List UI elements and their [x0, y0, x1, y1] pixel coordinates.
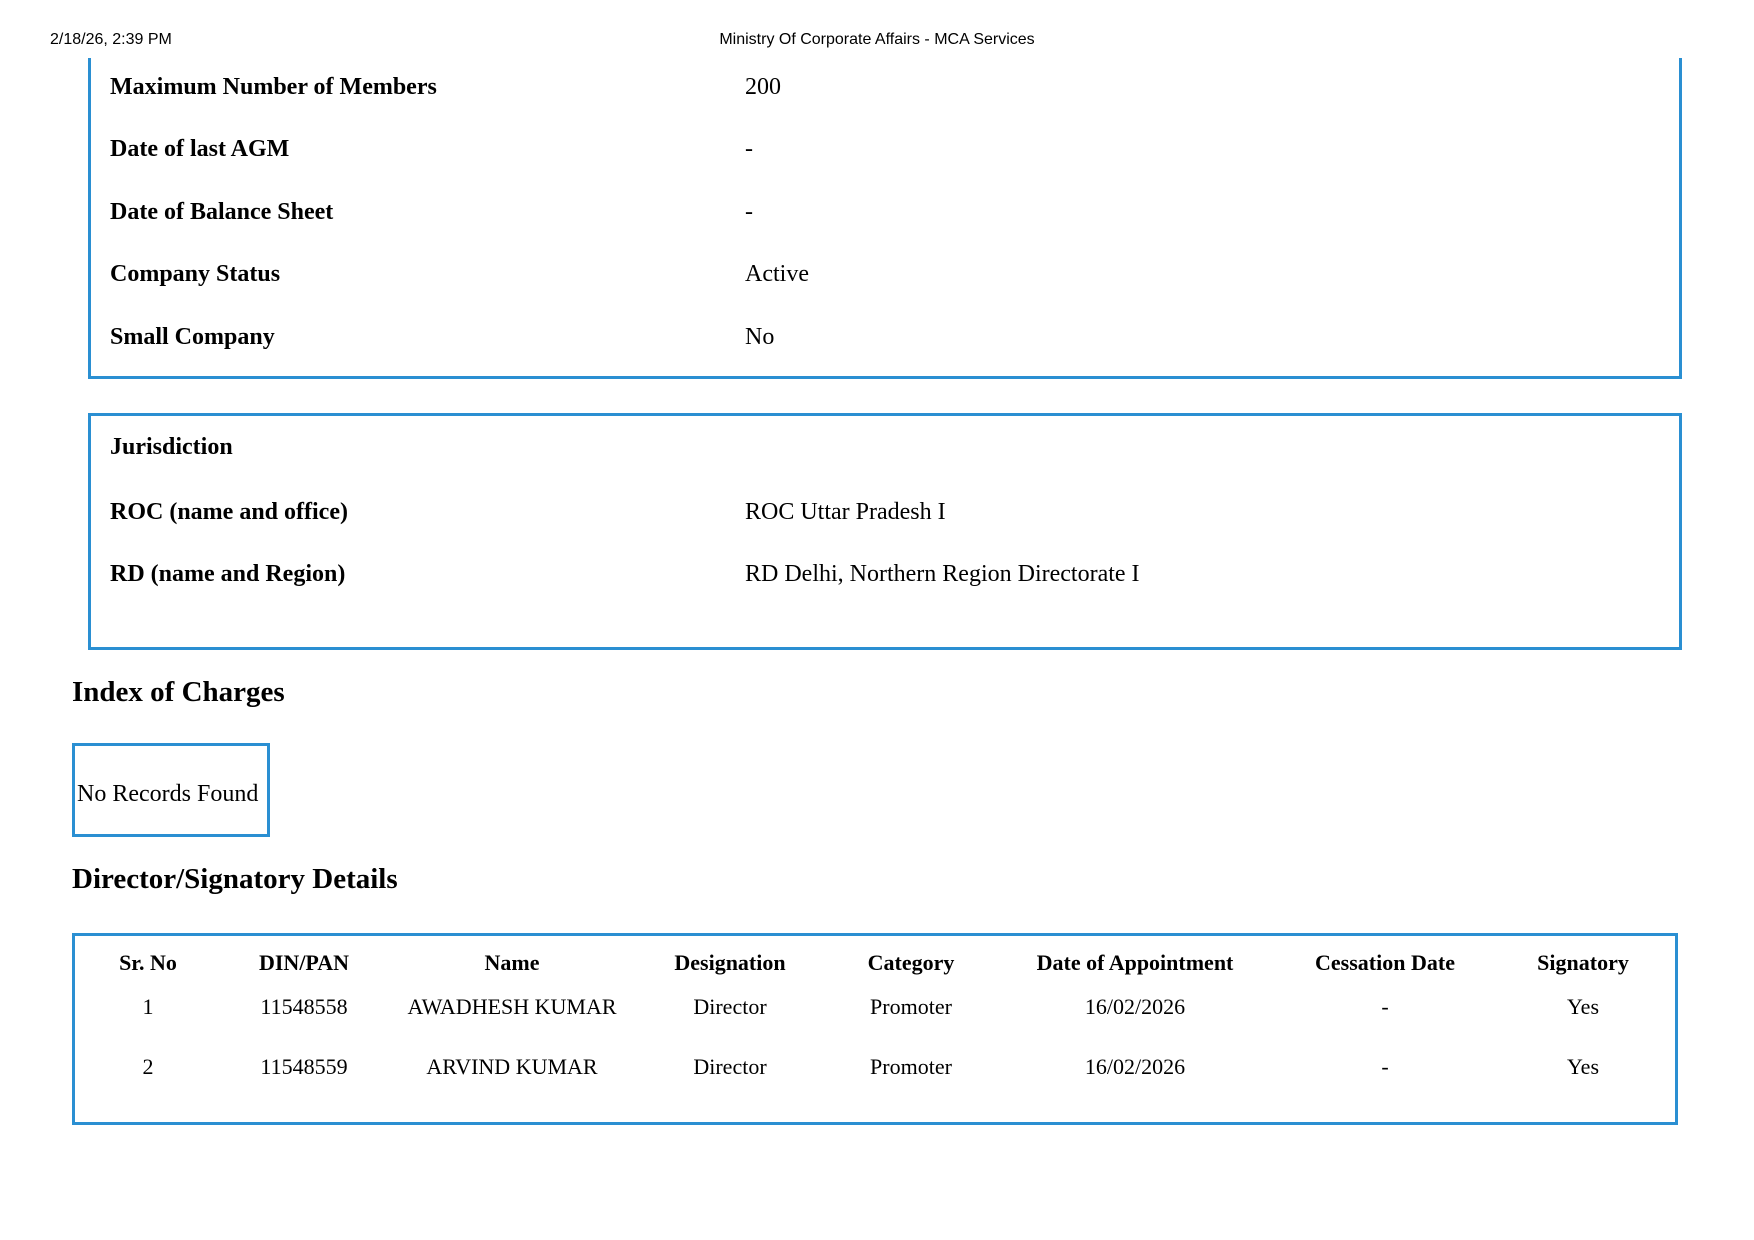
cell-cessation-date: -: [1381, 994, 1389, 1019]
small-company-label: Small Company: [110, 324, 275, 350]
cell-din-pan: 11548558: [260, 994, 348, 1019]
col-name: Name: [484, 950, 540, 975]
cell-sr-no: 1: [142, 994, 154, 1019]
max-members-label: Maximum Number of Members: [110, 74, 437, 100]
company-info-box: Maximum Number of Members 200 Date of la…: [88, 58, 1682, 379]
cell-category: Promoter: [870, 994, 952, 1019]
director-table: Sr. No DIN/PAN Name Designation Category…: [72, 933, 1678, 1125]
col-designation: Designation: [674, 950, 786, 975]
roc-label: ROC (name and office): [110, 499, 348, 525]
cell-sr-no: 2: [142, 1054, 154, 1079]
cell-date-appointment: 16/02/2026: [1084, 994, 1186, 1019]
roc-value: ROC Uttar Pradesh I: [745, 499, 946, 525]
director-details-title: Director/Signatory Details: [72, 863, 398, 895]
cell-signatory: Yes: [1566, 994, 1600, 1019]
cell-cessation-date: -: [1381, 1054, 1389, 1079]
no-records-text: No Records Found: [77, 781, 259, 807]
max-members-value: 200: [745, 74, 781, 100]
col-signatory: Signatory: [1537, 950, 1629, 975]
balance-sheet-label: Date of Balance Sheet: [110, 199, 334, 225]
col-cessation-date: Cessation Date: [1315, 950, 1455, 975]
jurisdiction-box: Jurisdiction ROC (name and office) ROC U…: [88, 413, 1682, 650]
cell-din-pan: 11548559: [260, 1054, 348, 1079]
print-page-title: Ministry Of Corporate Affairs - MCA Serv…: [719, 31, 1035, 48]
jurisdiction-heading: Jurisdiction: [110, 434, 233, 460]
cell-date-appointment: 16/02/2026: [1084, 1054, 1186, 1079]
small-company-value: No: [745, 324, 775, 350]
col-date-appointment: Date of Appointment: [1036, 950, 1234, 975]
rd-value: RD Delhi, Northern Region Directorate I: [745, 561, 1140, 587]
balance-sheet-value: -: [745, 199, 753, 225]
col-sr-no: Sr. No: [119, 950, 177, 975]
cell-designation: Director: [693, 994, 767, 1019]
cell-name: AWADHESH KUMAR: [407, 994, 617, 1019]
rd-label: RD (name and Region): [110, 561, 346, 587]
company-status-label: Company Status: [110, 261, 281, 287]
no-records-box: No Records Found: [72, 743, 270, 837]
last-agm-label: Date of last AGM: [110, 136, 290, 162]
col-din-pan: DIN/PAN: [258, 950, 350, 975]
print-header: 2/18/26, 2:39 PM Ministry Of Corporate A…: [0, 31, 1754, 53]
company-status-value: Active: [745, 261, 809, 287]
cell-signatory: Yes: [1566, 1054, 1600, 1079]
index-of-charges-title: Index of Charges: [72, 676, 285, 708]
last-agm-value: -: [745, 136, 753, 162]
cell-name: ARVIND KUMAR: [426, 1054, 598, 1079]
cell-designation: Director: [693, 1054, 767, 1079]
col-category: Category: [867, 950, 955, 975]
cell-category: Promoter: [870, 1054, 952, 1079]
